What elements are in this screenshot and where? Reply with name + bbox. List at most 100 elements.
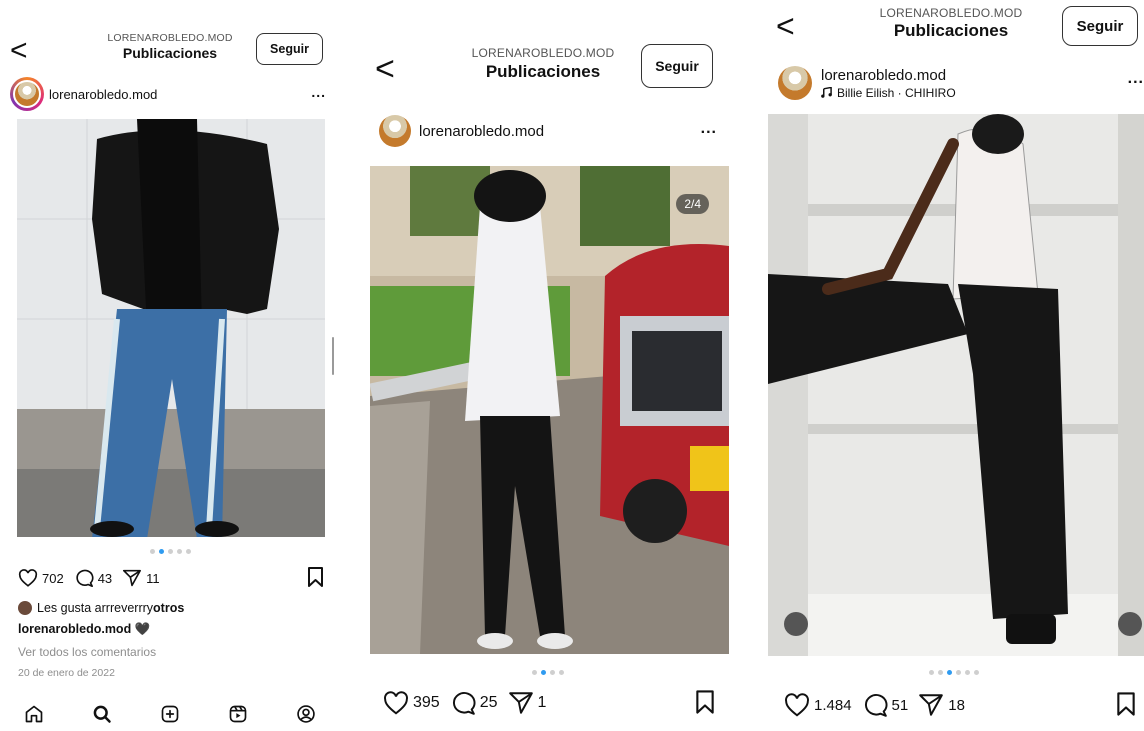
home-icon	[25, 705, 43, 723]
carousel-dot	[965, 670, 970, 675]
photo-image	[768, 114, 1144, 656]
follow-button[interactable]: Seguir	[1062, 6, 1138, 46]
like-button[interactable]: 702	[18, 569, 64, 587]
bookmark-icon	[696, 690, 714, 714]
carousel-dot	[167, 549, 173, 554]
save-button[interactable]	[695, 690, 715, 719]
carousel-dot	[559, 670, 564, 675]
nav-search[interactable]	[92, 704, 112, 724]
post-actions: 702 43 11	[0, 567, 340, 589]
username-link[interactable]: lorenarobledo.mod	[49, 87, 157, 102]
user-info: lorenarobledo.mod Billie Eilish · CHIHIR…	[821, 67, 956, 100]
send-icon	[508, 692, 533, 714]
carousel-dot	[158, 549, 164, 554]
scrollbar-thumb[interactable]	[332, 337, 334, 375]
new-post-icon	[161, 705, 179, 723]
follow-button[interactable]: Seguir	[641, 44, 713, 88]
carousel-dot	[938, 670, 943, 675]
avatar[interactable]	[778, 66, 812, 100]
username-link[interactable]: lorenarobledo.mod	[821, 67, 956, 84]
carousel-dot	[550, 670, 555, 675]
like-button[interactable]: 395	[383, 691, 440, 715]
caption-username[interactable]: lorenarobledo.mod	[18, 622, 131, 636]
comment-icon	[864, 694, 888, 717]
music-note-icon	[821, 87, 832, 98]
avatar	[13, 80, 41, 108]
heart-icon	[785, 693, 809, 717]
share-count: 1	[537, 694, 547, 711]
comment-count: 43	[97, 570, 113, 586]
post-photo[interactable]	[768, 114, 1144, 656]
post-actions: 1.484 51 18	[764, 690, 1144, 720]
follow-button[interactable]: Seguir	[256, 33, 323, 65]
carousel-dots	[355, 670, 741, 675]
carousel-dot	[185, 549, 191, 554]
post-photo[interactable]: 2/4	[370, 166, 729, 654]
send-icon	[123, 569, 142, 587]
more-options-button[interactable]: ...	[1128, 70, 1144, 88]
liked-by-line: Les gusta a rrreverrr y otros	[18, 601, 184, 615]
post-panel-1: < LORENAROBLEDO.MOD Publicaciones Seguir…	[0, 0, 340, 731]
post-user-row: lorenarobledo.mod ...	[355, 110, 741, 152]
heart-icon	[18, 569, 38, 587]
comment-icon	[452, 692, 476, 715]
post-actions: 395 25 1	[355, 688, 741, 718]
more-options-button[interactable]: ...	[311, 84, 326, 100]
nav-new-post[interactable]	[160, 704, 180, 724]
reels-icon	[229, 705, 247, 723]
photo-image	[17, 119, 325, 537]
like-button[interactable]: 1.484	[784, 693, 852, 717]
share-count: 18	[948, 696, 965, 714]
like-count: 702	[42, 570, 64, 586]
bottom-nav	[0, 700, 340, 728]
nav-home[interactable]	[24, 704, 44, 724]
save-button[interactable]	[307, 567, 324, 592]
comment-icon	[76, 569, 94, 587]
post-user-row: lorenarobledo.mod ...	[0, 76, 340, 112]
caption: lorenarobledo.mod 🖤	[18, 622, 150, 637]
comment-button[interactable]: 25	[450, 691, 498, 715]
view-comments-link[interactable]: Ver todos los comentarios	[18, 645, 156, 659]
comment-button[interactable]: 51	[862, 693, 909, 717]
carousel-dot	[532, 670, 537, 675]
avatar-story-ring[interactable]	[10, 77, 44, 111]
post-panel-3: < LORENAROBLEDO.MOD Publicaciones Seguir…	[764, 0, 1144, 731]
carousel-dot	[974, 670, 979, 675]
carousel-dot	[541, 670, 546, 675]
comment-button[interactable]: 43	[74, 569, 112, 587]
post-user-row: lorenarobledo.mod Billie Eilish · CHIHIR…	[764, 62, 1144, 104]
photo-image	[370, 166, 729, 654]
more-options-button[interactable]: ...	[701, 120, 717, 138]
like-count: 1.484	[814, 696, 852, 714]
comment-count: 51	[891, 696, 909, 714]
nav-profile[interactable]	[296, 704, 316, 724]
share-button[interactable]: 18	[918, 693, 965, 717]
liked-by-user[interactable]: rrreverrr	[102, 601, 147, 615]
share-button[interactable]: 11	[122, 569, 160, 587]
carousel-indicator: 2/4	[676, 194, 709, 214]
carousel-dot	[149, 549, 155, 554]
post-photo[interactable]	[17, 119, 325, 537]
post-header: < LORENAROBLEDO.MOD Publicaciones Seguir	[0, 30, 340, 70]
send-icon	[919, 694, 944, 716]
liked-by-others[interactable]: otros	[153, 601, 184, 615]
nav-reels[interactable]	[228, 704, 248, 724]
bookmark-icon	[1117, 692, 1135, 716]
tag-icon	[784, 612, 808, 636]
save-button[interactable]	[1116, 692, 1136, 721]
carousel-dots	[764, 670, 1144, 675]
carousel-dot	[956, 670, 961, 675]
liked-by-prefix: Les gusta a	[37, 601, 102, 615]
caption-text: 🖤	[134, 622, 151, 636]
bookmark-icon	[308, 567, 323, 587]
music-track[interactable]: Billie Eilish · CHIHIRO	[821, 86, 956, 100]
avatar[interactable]	[379, 115, 411, 147]
post-date: 20 de enero de 2022	[18, 667, 115, 679]
post-header: < LORENAROBLEDO.MOD Publicaciones Seguir	[764, 6, 1144, 46]
share-button[interactable]: 1	[508, 691, 547, 715]
carousel-dots	[0, 549, 340, 554]
liker-avatar	[18, 601, 32, 615]
profile-icon	[297, 705, 315, 723]
heart-icon	[384, 691, 408, 715]
username-link[interactable]: lorenarobledo.mod	[419, 123, 544, 140]
